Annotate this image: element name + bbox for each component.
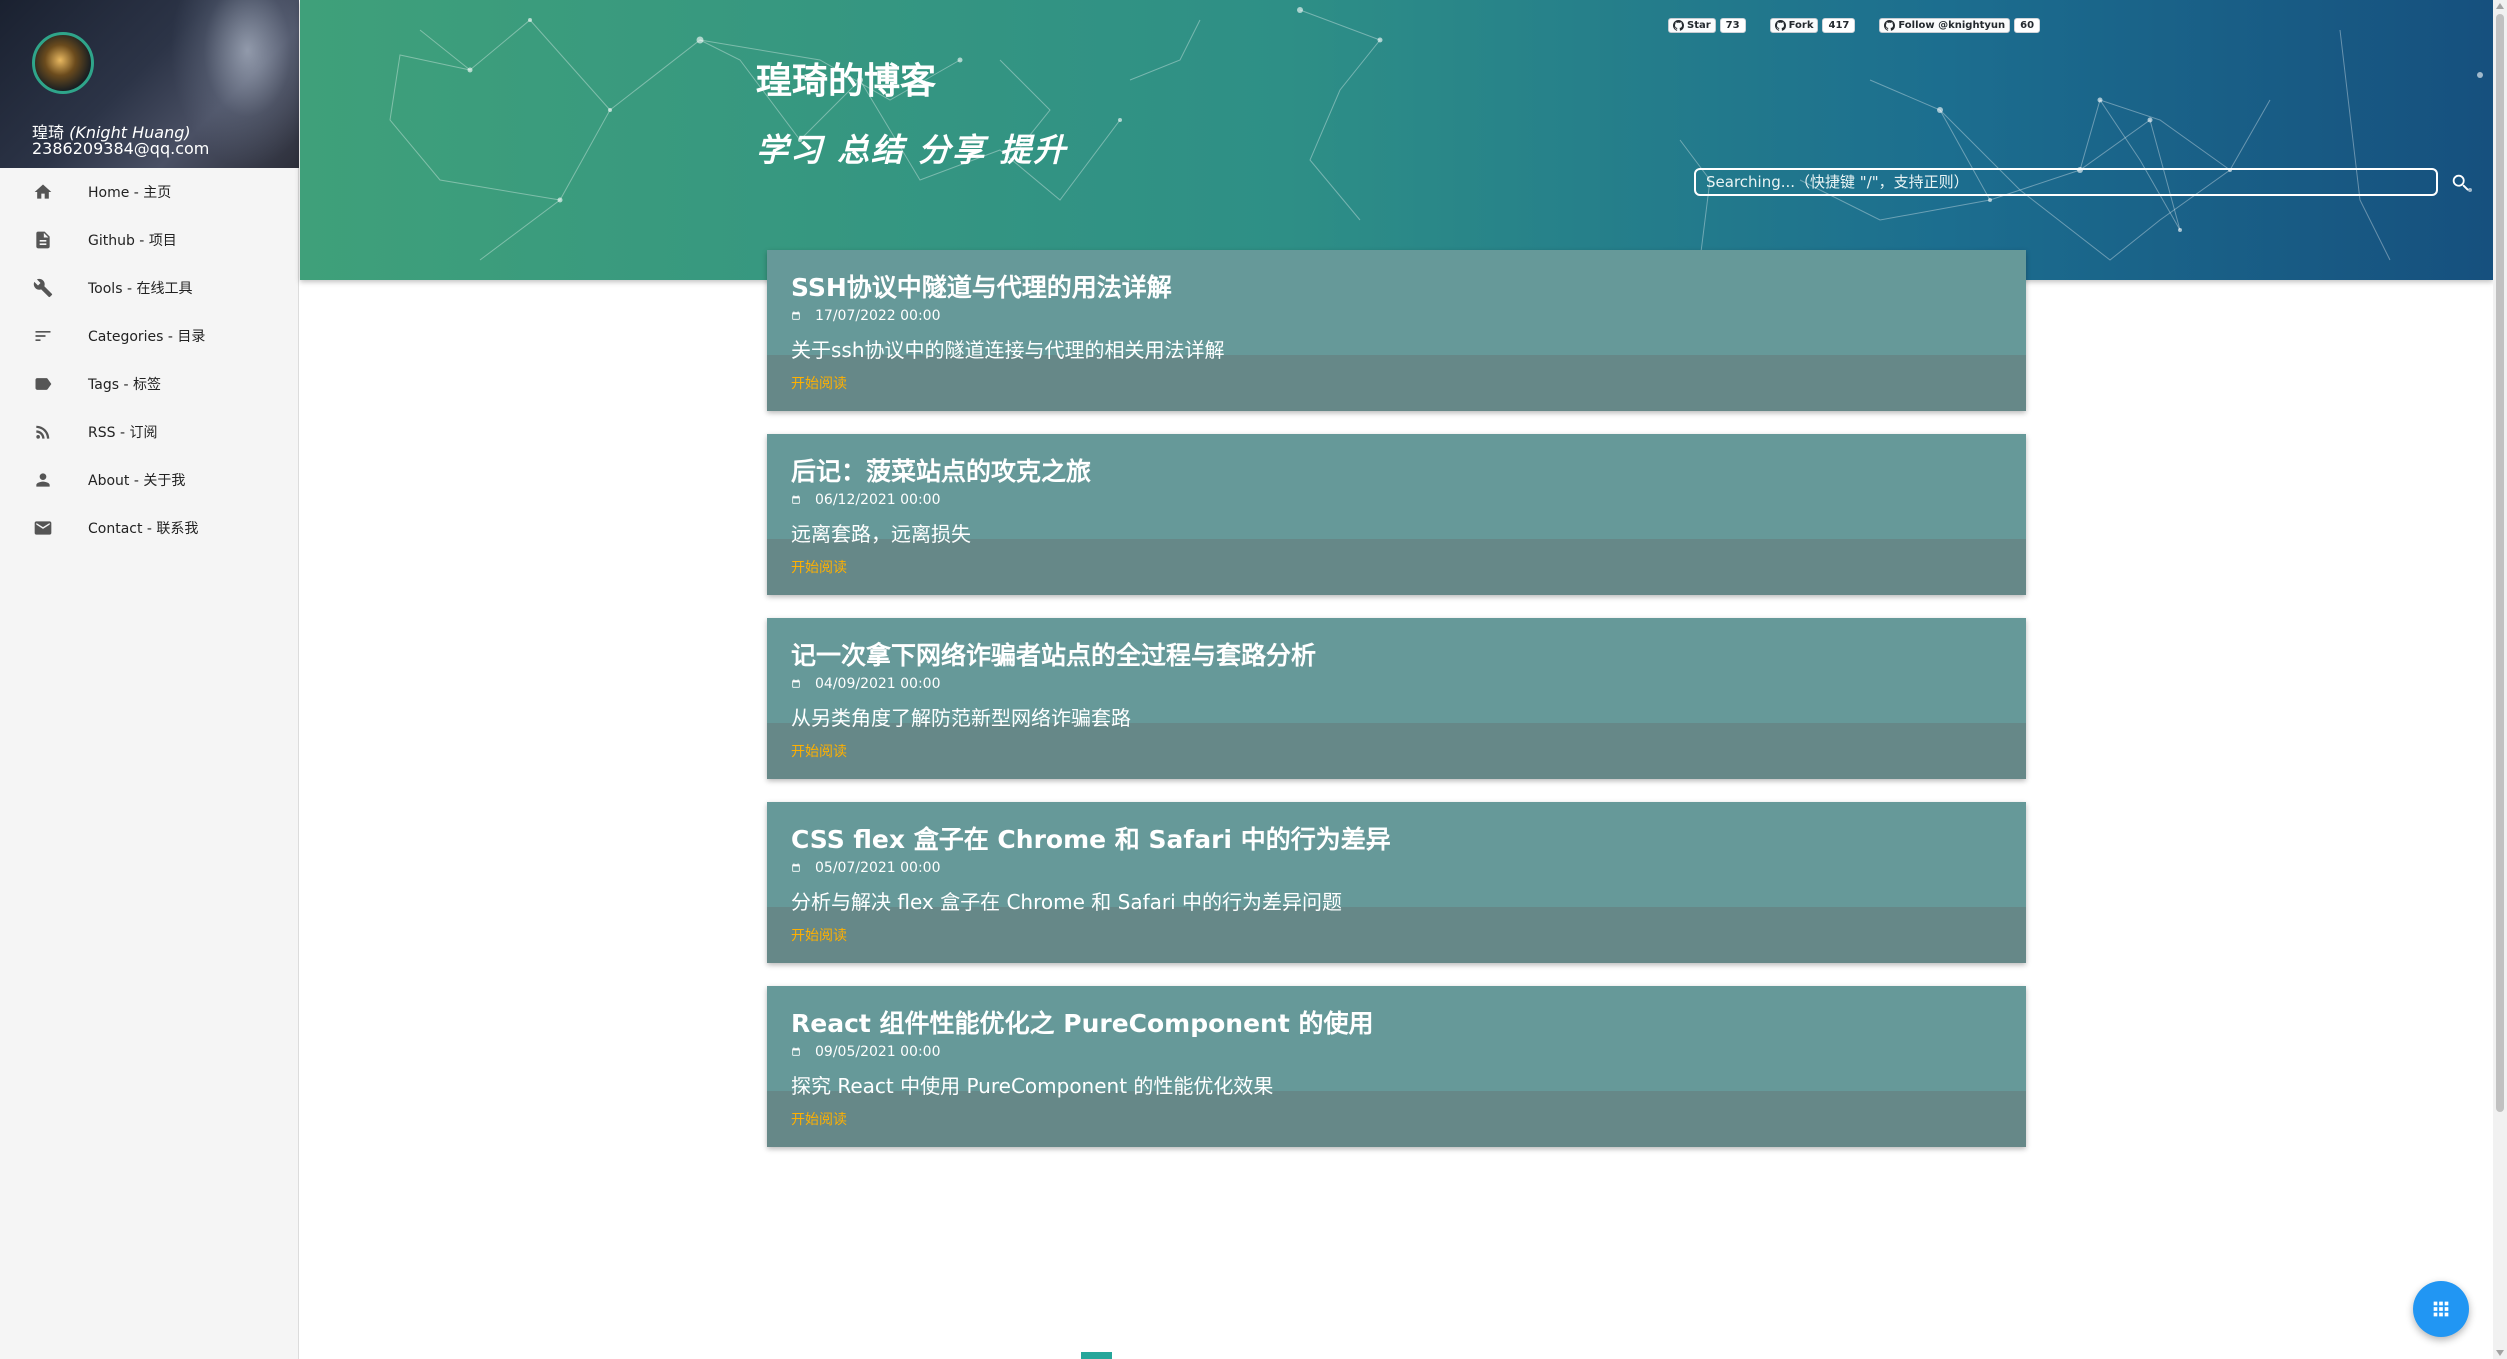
- sidebar-item-label: RSS - 订阅: [88, 425, 158, 441]
- sidebar-item-home[interactable]: Home - 主页: [0, 168, 298, 216]
- sidebar-menu: Home - 主页 Github - 项目 Tools - 在线工具 Categ…: [0, 168, 298, 552]
- sidebar-item-label: About - 关于我: [88, 473, 186, 489]
- post-title[interactable]: 后记：菠菜站点的攻克之旅: [791, 456, 2002, 488]
- rss-icon: [32, 421, 54, 443]
- post-card: SSH协议中隧道与代理的用法详解 17/07/2022 00:00 关于ssh协…: [767, 250, 2026, 411]
- github-fork-label: Fork: [1788, 20, 1814, 31]
- header-banner: 瑝琦的博客 学习 总结 分享 提升 Star 73 Fork 417 Follo…: [300, 0, 2493, 280]
- label-icon: [32, 373, 54, 395]
- sidebar-item-label: Home - 主页: [88, 185, 172, 201]
- github-star-count[interactable]: 73: [1719, 18, 1746, 33]
- sidebar-item-label: Github - 项目: [88, 233, 177, 249]
- post-title[interactable]: 记一次拿下网络诈骗者站点的全过程与套路分析: [791, 640, 2002, 672]
- post-date-text: 04/09/2021 00:00: [815, 676, 941, 692]
- post-date: 09/05/2021 00:00: [791, 1044, 2002, 1060]
- sidebar: 瑝琦 (Knight Huang) 2386209384@qq.com Home…: [0, 0, 299, 1359]
- github-fork-button[interactable]: Fork: [1769, 18, 1819, 33]
- github-icon: [1884, 20, 1896, 31]
- post-card-body: React 组件性能优化之 PureComponent 的使用 09/05/20…: [767, 986, 2026, 1098]
- pagination-indicator[interactable]: [1081, 1352, 1112, 1359]
- sidebar-item-categories[interactable]: Categories - 目录: [0, 312, 298, 360]
- email-icon: [32, 517, 54, 539]
- post-list: SSH协议中隧道与代理的用法详解 17/07/2022 00:00 关于ssh协…: [767, 250, 2026, 1170]
- apps-grid-icon: [2433, 1301, 2449, 1317]
- profile-banner: 瑝琦 (Knight Huang) 2386209384@qq.com: [0, 0, 299, 168]
- wrench-icon: [32, 277, 54, 299]
- post-date: 05/07/2021 00:00: [791, 860, 2002, 876]
- github-fork-count[interactable]: 417: [1822, 18, 1856, 33]
- person-icon: [32, 469, 54, 491]
- github-star-label: Star: [1687, 20, 1711, 31]
- post-date: 06/12/2021 00:00: [791, 492, 2002, 508]
- particle-network-background: [389, 7, 2483, 261]
- post-card-footer: 开始阅读: [767, 907, 2026, 963]
- post-card: CSS flex 盒子在 Chrome 和 Safari 中的行为差异 05/0…: [767, 802, 2026, 963]
- read-more-link[interactable]: 开始阅读: [791, 557, 847, 577]
- sidebar-item-github[interactable]: Github - 项目: [0, 216, 298, 264]
- calendar-icon: [792, 495, 800, 504]
- post-card-body: 后记：菠菜站点的攻克之旅 06/12/2021 00:00 远离套路，远离损失: [767, 434, 2026, 546]
- read-more-link[interactable]: 开始阅读: [791, 373, 847, 393]
- github-icon: [1774, 20, 1786, 31]
- post-title[interactable]: SSH协议中隧道与代理的用法详解: [791, 272, 2002, 304]
- calendar-icon: [792, 311, 800, 320]
- sidebar-item-label: Categories - 目录: [88, 329, 206, 345]
- file-icon: [32, 229, 54, 251]
- calendar-icon: [792, 863, 800, 872]
- post-card-footer: 开始阅读: [767, 355, 2026, 411]
- calendar-icon: [792, 1047, 800, 1056]
- post-title[interactable]: CSS flex 盒子在 Chrome 和 Safari 中的行为差异: [791, 824, 2002, 856]
- sidebar-item-rss[interactable]: RSS - 订阅: [0, 408, 298, 456]
- sort-icon: [32, 325, 54, 347]
- read-more-link[interactable]: 开始阅读: [791, 925, 847, 945]
- site-title: 瑝琦的博客: [756, 61, 937, 102]
- post-card-body: CSS flex 盒子在 Chrome 和 Safari 中的行为差异 05/0…: [767, 802, 2026, 914]
- post-card: 后记：菠菜站点的攻克之旅 06/12/2021 00:00 远离套路，远离损失 …: [767, 434, 2026, 595]
- github-star-button[interactable]: Star: [1668, 18, 1716, 33]
- github-follow-widget: Follow @knightyun 60: [1879, 18, 2041, 33]
- profile-email: 2386209384@qq.com: [32, 139, 210, 158]
- post-date: 17/07/2022 00:00: [791, 308, 2002, 324]
- sidebar-item-label: Tags - 标签: [88, 377, 161, 393]
- read-more-link[interactable]: 开始阅读: [791, 1109, 847, 1129]
- github-follow-button[interactable]: Follow @knightyun: [1879, 18, 2011, 33]
- github-follow-label: Follow @knightyun: [1898, 20, 2006, 31]
- calendar-icon: [792, 679, 800, 688]
- post-date-text: 09/05/2021 00:00: [815, 1044, 941, 1060]
- avatar[interactable]: [32, 32, 94, 94]
- sidebar-item-about[interactable]: About - 关于我: [0, 456, 298, 504]
- sidebar-item-tags[interactable]: Tags - 标签: [0, 360, 298, 408]
- post-title[interactable]: React 组件性能优化之 PureComponent 的使用: [791, 1008, 2002, 1040]
- github-star-widget: Star 73: [1668, 18, 1746, 33]
- post-date: 04/09/2021 00:00: [791, 676, 2002, 692]
- sidebar-item-label: Contact - 联系我: [88, 521, 199, 537]
- scroll-down-arrow-icon[interactable]: [2496, 1350, 2504, 1356]
- apps-fab-button[interactable]: [2413, 1281, 2469, 1337]
- post-card-footer: 开始阅读: [767, 539, 2026, 595]
- github-buttons: Star 73 Fork 417 Follow @knightyun 60: [1668, 18, 2041, 33]
- post-date-text: 06/12/2021 00:00: [815, 492, 941, 508]
- page-scrollbar[interactable]: [2493, 0, 2507, 1359]
- post-date-text: 05/07/2021 00:00: [815, 860, 941, 876]
- github-follow-count[interactable]: 60: [2014, 18, 2041, 33]
- search-input[interactable]: [1694, 168, 2438, 196]
- search-icon[interactable]: [2450, 172, 2472, 194]
- scrollbar-thumb[interactable]: [2496, 14, 2504, 1112]
- github-icon: [1673, 20, 1684, 31]
- github-fork-widget: Fork 417: [1769, 18, 1856, 33]
- post-date-text: 17/07/2022 00:00: [815, 308, 941, 324]
- scroll-up-arrow-icon[interactable]: [2496, 3, 2504, 9]
- post-card-footer: 开始阅读: [767, 723, 2026, 779]
- post-card-body: 记一次拿下网络诈骗者站点的全过程与套路分析 04/09/2021 00:00 从…: [767, 618, 2026, 730]
- post-card: 记一次拿下网络诈骗者站点的全过程与套路分析 04/09/2021 00:00 从…: [767, 618, 2026, 779]
- read-more-link[interactable]: 开始阅读: [791, 741, 847, 761]
- post-card: React 组件性能优化之 PureComponent 的使用 09/05/20…: [767, 986, 2026, 1147]
- home-icon: [32, 181, 54, 203]
- sidebar-item-contact[interactable]: Contact - 联系我: [0, 504, 298, 552]
- site-motto: 学习 总结 分享 提升: [756, 131, 1068, 169]
- post-card-body: SSH协议中隧道与代理的用法详解 17/07/2022 00:00 关于ssh协…: [767, 250, 2026, 362]
- post-card-footer: 开始阅读: [767, 1091, 2026, 1147]
- sidebar-item-label: Tools - 在线工具: [88, 281, 193, 297]
- sidebar-item-tools[interactable]: Tools - 在线工具: [0, 264, 298, 312]
